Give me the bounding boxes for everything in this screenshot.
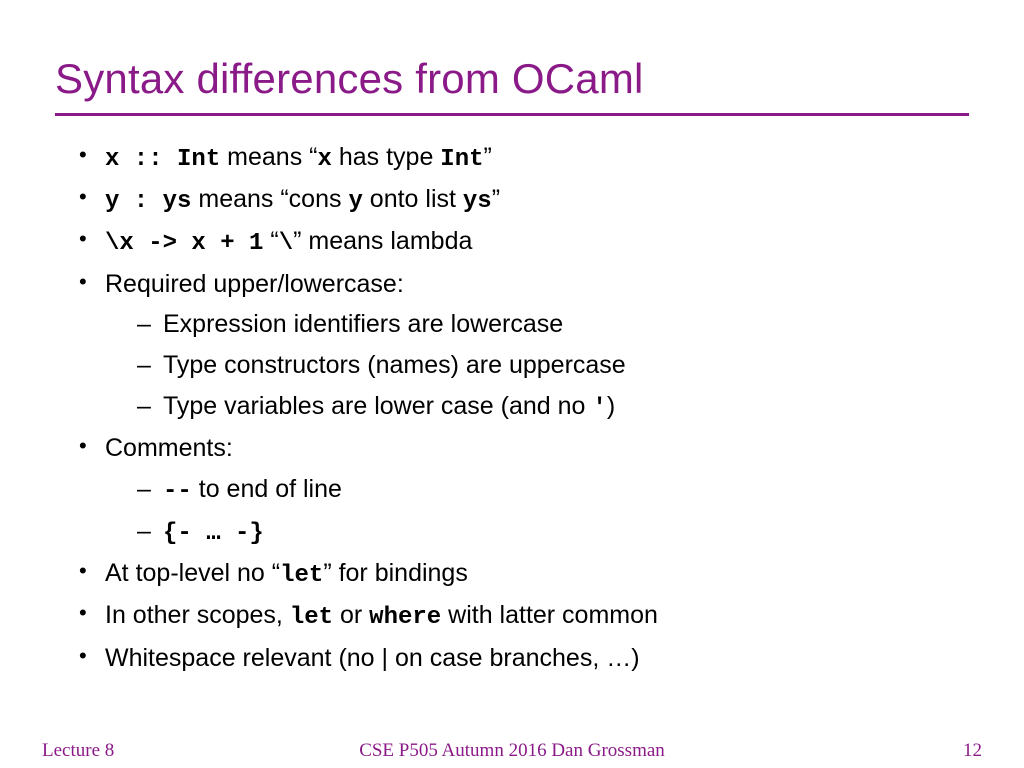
code: y : ys: [105, 188, 191, 215]
sub-item: Type constructors (names) are uppercase: [137, 346, 969, 385]
text: to end of line: [192, 475, 342, 503]
sub-list: -- to end of line {- … -}: [105, 470, 969, 552]
text: ” means lambda: [293, 227, 472, 255]
text: or: [333, 601, 369, 629]
bullet-3: \x -> x + 1 “\” means lambda: [79, 222, 969, 262]
sub-list: Expression identifiers are lowercase Typ…: [105, 305, 969, 427]
text: with latter common: [441, 601, 658, 629]
slide-title: Syntax differences from OCaml: [55, 55, 969, 103]
text: means “cons: [191, 185, 348, 213]
bullet-4: Required upper/lowercase: Expression ide…: [79, 265, 969, 427]
text: In other scopes,: [105, 601, 290, 629]
code: \x -> x + 1: [105, 230, 263, 257]
text: Required upper/lowercase:: [105, 270, 404, 298]
bullet-7: In other scopes, let or where with latte…: [79, 596, 969, 636]
code: where: [369, 604, 441, 631]
text: “: [263, 227, 278, 255]
text: ): [607, 392, 615, 420]
bullet-6: At top-level no “let” for bindings: [79, 554, 969, 594]
text: At top-level no “: [105, 559, 280, 587]
code: {- … -}: [163, 520, 264, 547]
code: y: [348, 188, 362, 215]
text: Type variables are lower case (and no: [163, 392, 592, 420]
text: ”: [484, 143, 492, 171]
text: Comments:: [105, 434, 233, 462]
code: --: [163, 478, 192, 505]
text: ” for bindings: [323, 559, 468, 587]
code: ': [592, 395, 606, 422]
bullet-list: x :: Int means “x has type Int” y : ys m…: [55, 138, 969, 677]
text: means “: [220, 143, 317, 171]
code: let: [280, 562, 323, 589]
footer-right: 12: [963, 740, 982, 762]
code: let: [290, 604, 333, 631]
code: x: [317, 146, 331, 173]
bullet-8: Whitespace relevant (no | on case branch…: [79, 639, 969, 678]
code: x :: Int: [105, 146, 220, 173]
text: has type: [332, 143, 440, 171]
code: \: [279, 230, 293, 257]
sub-item: Expression identifiers are lowercase: [137, 305, 969, 344]
title-rule: [55, 113, 969, 116]
bullet-2: y : ys means “cons y onto list ys”: [79, 180, 969, 220]
sub-item: {- … -}: [137, 512, 969, 552]
bullet-5: Comments: -- to end of line {- … -}: [79, 429, 969, 552]
code: Int: [440, 146, 483, 173]
slide: Syntax differences from OCaml x :: Int m…: [0, 0, 1024, 768]
code: ys: [463, 188, 492, 215]
sub-item: -- to end of line: [137, 470, 969, 510]
text: ”: [492, 185, 500, 213]
bullet-1: x :: Int means “x has type Int”: [79, 138, 969, 178]
text: onto list: [363, 185, 463, 213]
sub-item: Type variables are lower case (and no '): [137, 387, 969, 427]
footer-center: CSE P505 Autumn 2016 Dan Grossman: [0, 740, 1024, 762]
